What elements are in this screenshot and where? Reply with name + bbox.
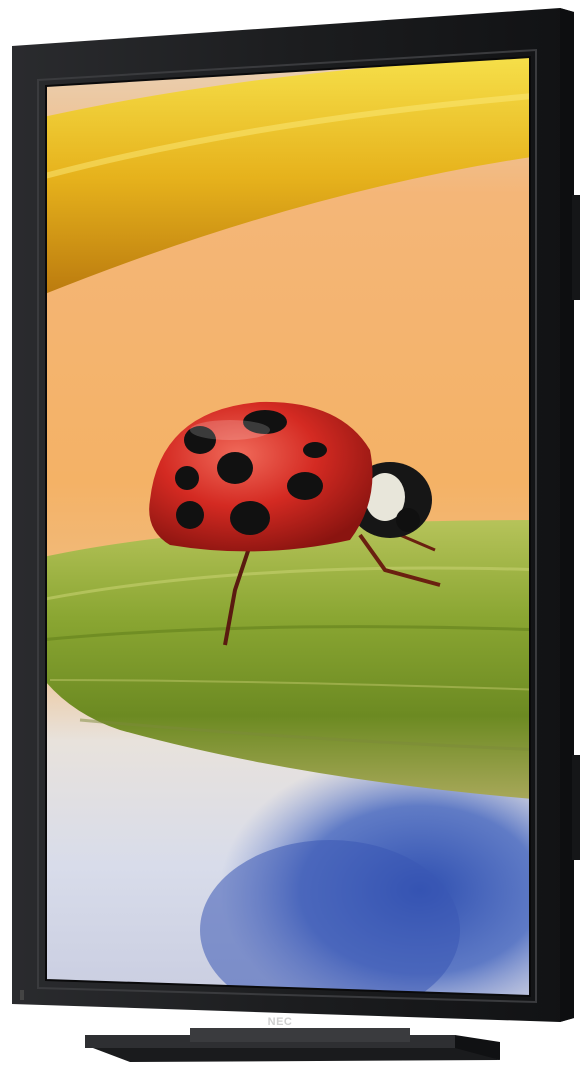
brand-logo: NEC (267, 1016, 293, 1028)
monitor-illustration (12, 8, 580, 1062)
monitor-photo: NEC (0, 0, 583, 1072)
monitor-stand (85, 1028, 500, 1062)
power-indicator (20, 990, 24, 1000)
screen-display (46, 57, 530, 996)
